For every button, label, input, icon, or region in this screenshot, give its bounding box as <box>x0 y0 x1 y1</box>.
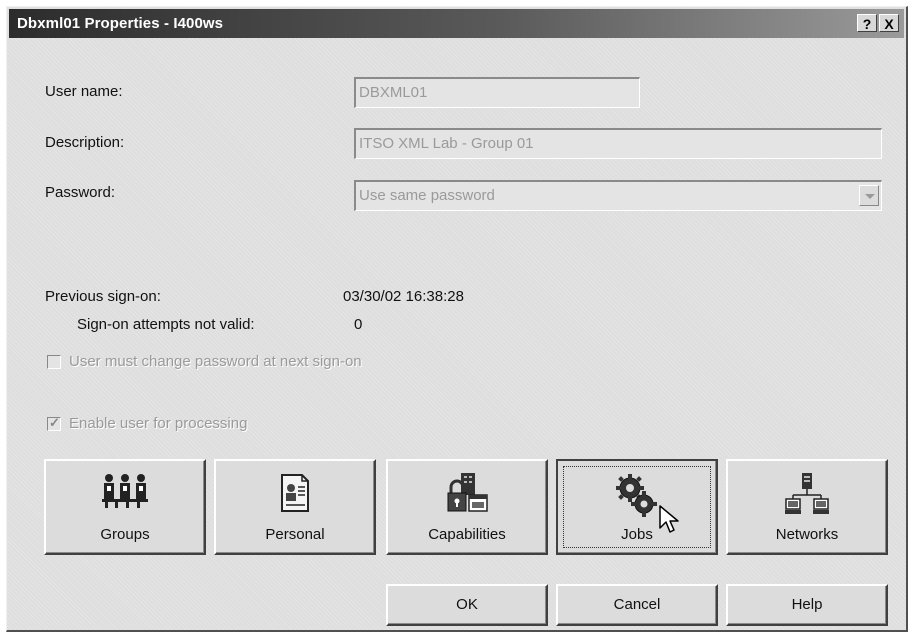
personal-button[interactable]: Personal <box>214 459 376 555</box>
cancel-button[interactable]: Cancel <box>556 584 718 626</box>
user-name-label: User name: <box>45 83 123 100</box>
capabilities-button-label: Capabilities <box>428 526 506 543</box>
title-bar: Dbxml01 Properties - I400ws ? X <box>9 9 904 38</box>
enable-user-checkbox[interactable] <box>47 415 61 431</box>
jobs-button-label: Jobs <box>621 526 653 543</box>
capabilities-icon <box>445 473 489 520</box>
networks-button-label: Networks <box>775 526 839 543</box>
enable-user-checkbox-row[interactable]: Enable user for processing <box>47 415 347 435</box>
networks-button[interactable]: Networks <box>726 459 888 555</box>
personal-button-label: Personal <box>265 526 325 543</box>
description-field[interactable]: ITSO XML Lab - Group 01 <box>354 128 882 159</box>
password-combo-value: Use same password <box>359 187 495 204</box>
help-button[interactable]: Help <box>726 584 888 626</box>
change-password-checkbox-row[interactable]: User must change password at next sign-o… <box>47 353 447 373</box>
change-password-label: User must change password at next sign-o… <box>69 353 362 370</box>
signon-attempts-value: 0 <box>354 316 363 333</box>
previous-signon-label: Previous sign-on: <box>45 288 161 305</box>
description-label: Description: <box>45 134 125 151</box>
groups-button-label: Groups <box>100 526 150 543</box>
title-help-button[interactable]: ? <box>857 14 877 32</box>
properties-dialog: Dbxml01 Properties - I400ws ? X User nam… <box>6 6 908 632</box>
groups-button[interactable]: Groups <box>44 459 206 555</box>
mouse-cursor-icon <box>659 505 681 540</box>
personal-icon <box>278 473 312 518</box>
password-combo[interactable]: Use same password <box>354 180 882 211</box>
window-title: Dbxml01 Properties - I400ws <box>17 15 224 32</box>
previous-signon-value: 03/30/02 16:38:28 <box>343 288 464 305</box>
chevron-down-icon[interactable] <box>859 185 879 206</box>
password-label: Password: <box>45 184 116 201</box>
signon-attempts-label: Sign-on attempts not valid: <box>77 316 255 333</box>
title-close-button[interactable]: X <box>879 14 899 32</box>
change-password-checkbox[interactable] <box>47 355 61 369</box>
capabilities-button[interactable]: Capabilities <box>386 459 548 555</box>
groups-icon <box>101 473 149 514</box>
user-name-field[interactable]: DBXML01 <box>354 77 640 108</box>
networks-icon <box>784 473 830 522</box>
jobs-button[interactable]: Jobs <box>556 459 718 555</box>
ok-button[interactable]: OK <box>386 584 548 626</box>
jobs-icon <box>614 473 660 524</box>
enable-user-label: Enable user for processing <box>69 415 248 432</box>
